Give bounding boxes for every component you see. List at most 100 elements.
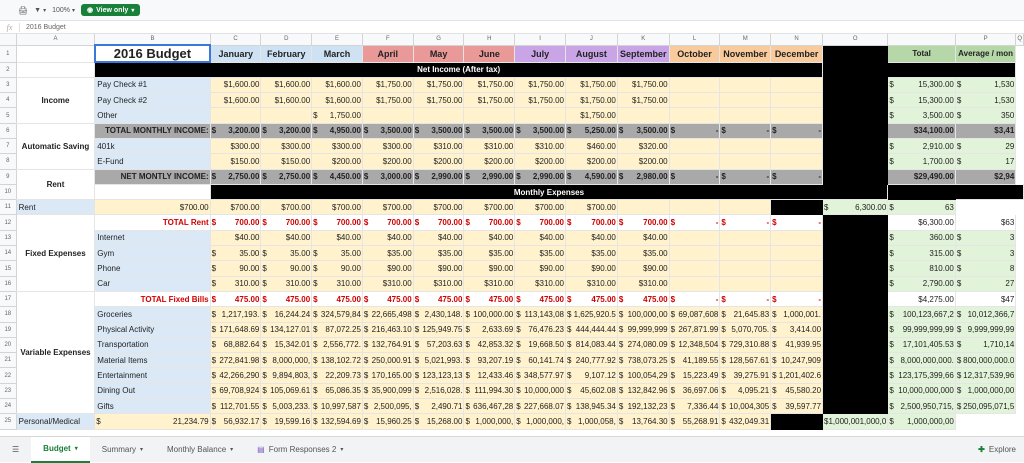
value-cell[interactable]: $700.00: [210, 199, 262, 216]
value-cell[interactable]: $90.00: [514, 260, 566, 277]
group-label[interactable]: Rent: [16, 169, 96, 201]
total-cell[interactable]: $700.00: [260, 214, 313, 231]
value-cell[interactable]: $87,072.25: [311, 322, 363, 338]
value-cell[interactable]: $700.00: [565, 199, 618, 216]
value-cell[interactable]: [770, 77, 824, 94]
value-cell[interactable]: $200.00: [311, 153, 363, 170]
total-cell[interactable]: $ -: [719, 169, 772, 185]
value-cell[interactable]: $113,143,08: [514, 306, 566, 323]
value-cell[interactable]: $300.00: [210, 138, 262, 155]
row-number[interactable]: 14: [0, 245, 17, 262]
row-number[interactable]: 20: [0, 337, 17, 354]
value-cell[interactable]: [413, 107, 465, 124]
row-number[interactable]: 10: [0, 184, 17, 201]
value-cell[interactable]: $7,336.44: [669, 398, 721, 415]
month-header[interactable]: August: [565, 45, 618, 63]
total-cell[interactable]: $700.00: [311, 214, 363, 231]
value-cell[interactable]: [770, 153, 824, 170]
value-cell[interactable]: $76,476.23: [514, 322, 566, 338]
value-cell[interactable]: $90.00: [260, 260, 313, 277]
total-cell[interactable]: $3,500.00: [362, 123, 414, 139]
value-cell[interactable]: [210, 107, 262, 124]
value-cell[interactable]: [719, 245, 772, 262]
total-value[interactable]: $3,500.00: [887, 107, 956, 124]
total-cell[interactable]: $ -: [719, 291, 772, 308]
value-cell[interactable]: [719, 153, 772, 170]
month-header[interactable]: June: [463, 45, 516, 63]
value-cell[interactable]: $432,049.31: [719, 413, 772, 430]
total-cell[interactable]: $ -: [669, 214, 721, 231]
value-cell[interactable]: $56,932.17: [210, 413, 262, 430]
total-value[interactable]: $2,910.00: [887, 138, 956, 155]
value-cell[interactable]: $90.00: [413, 260, 465, 277]
value-cell[interactable]: $35.00: [260, 245, 313, 262]
value-cell[interactable]: $1,000,058,: [565, 413, 618, 430]
value-cell[interactable]: $1,000,000,: [463, 413, 516, 430]
total-value[interactable]: $315.00: [887, 245, 956, 262]
value-cell[interactable]: [669, 138, 721, 155]
category-label[interactable]: Dining Out: [94, 383, 211, 400]
total-cell[interactable]: $4,950.00: [311, 123, 363, 139]
category-label[interactable]: Other: [94, 107, 211, 124]
value-cell[interactable]: $310.00: [260, 276, 313, 292]
value-cell[interactable]: $90.00: [617, 260, 670, 277]
value-cell[interactable]: [463, 107, 516, 124]
total-cell[interactable]: $475.00: [311, 291, 363, 308]
value-cell[interactable]: $700.00: [413, 199, 465, 216]
value-cell[interactable]: [669, 92, 721, 109]
total-cell[interactable]: $3,200.00: [260, 123, 313, 139]
value-cell[interactable]: $134,127.01: [260, 322, 313, 338]
value-cell[interactable]: $1,217,193.: [210, 306, 262, 323]
average-value[interactable]: $2,94: [955, 169, 1017, 185]
value-cell[interactable]: $40.00: [617, 230, 670, 247]
month-header[interactable]: July: [514, 45, 566, 63]
value-cell[interactable]: $1,600.00: [210, 77, 262, 94]
value-cell[interactable]: $1,750.00: [362, 92, 414, 109]
total-value[interactable]: $2,500,950,715,: [887, 398, 956, 415]
total-value[interactable]: $15,300.00: [887, 92, 956, 109]
value-cell[interactable]: $200.00: [617, 153, 670, 170]
value-cell[interactable]: $132,594.69: [311, 413, 363, 430]
section-header[interactable]: Monthly Expenses: [210, 184, 889, 201]
group-label[interactable]: Income: [16, 77, 96, 124]
column-header[interactable]: P: [955, 34, 1017, 46]
value-cell[interactable]: $310.00: [617, 276, 670, 292]
total-cell[interactable]: $700.00: [617, 214, 670, 231]
value-cell[interactable]: $15,342.01: [260, 337, 313, 354]
category-label[interactable]: Material Items: [94, 352, 211, 369]
value-cell[interactable]: $310.00: [514, 276, 566, 292]
value-cell[interactable]: $123,123,13: [413, 367, 465, 384]
value-cell[interactable]: $138,945.34: [565, 398, 618, 415]
total-value[interactable]: $6,300.00: [887, 214, 956, 231]
value-cell[interactable]: $1,000,000,: [514, 413, 566, 430]
value-cell[interactable]: $10,247,909: [770, 352, 824, 369]
value-cell[interactable]: [617, 199, 670, 216]
value-cell[interactable]: $2,556,772.: [311, 337, 363, 354]
value-cell[interactable]: $69,087,608: [669, 306, 721, 323]
value-cell[interactable]: [719, 92, 772, 109]
value-cell[interactable]: [770, 230, 824, 247]
value-cell[interactable]: [514, 107, 566, 124]
value-cell[interactable]: $1,750.00: [362, 77, 414, 94]
category-label[interactable]: Physical Activity: [94, 322, 211, 338]
value-cell[interactable]: $35.00: [362, 245, 414, 262]
sheet-tab[interactable]: Monthly Balance ▾: [155, 437, 245, 463]
value-cell[interactable]: $40.00: [463, 230, 516, 247]
category-label[interactable]: Internet: [94, 230, 211, 247]
value-cell[interactable]: $272,841.98: [210, 352, 262, 369]
total-cell[interactable]: $ -: [669, 169, 721, 185]
value-cell[interactable]: $35.00: [311, 245, 363, 262]
value-cell[interactable]: $10,997,587: [311, 398, 363, 415]
value-cell[interactable]: $250,000.91: [362, 352, 414, 369]
column-header[interactable]: B: [94, 34, 211, 46]
group-label[interactable]: Fixed Expenses: [16, 214, 96, 292]
value-cell[interactable]: $310.00: [311, 276, 363, 292]
total-value[interactable]: $1,700.00: [887, 153, 956, 170]
value-cell[interactable]: $93,207.19: [463, 352, 516, 369]
value-cell[interactable]: $60,141.74: [514, 352, 566, 369]
value-cell[interactable]: $310.00: [565, 276, 618, 292]
summary-header[interactable]: Total: [887, 45, 956, 63]
category-label[interactable]: Car: [94, 276, 211, 292]
total-label[interactable]: TOTAL Rent: [94, 214, 211, 231]
sheet-tab[interactable]: Budget ▾: [31, 436, 90, 463]
